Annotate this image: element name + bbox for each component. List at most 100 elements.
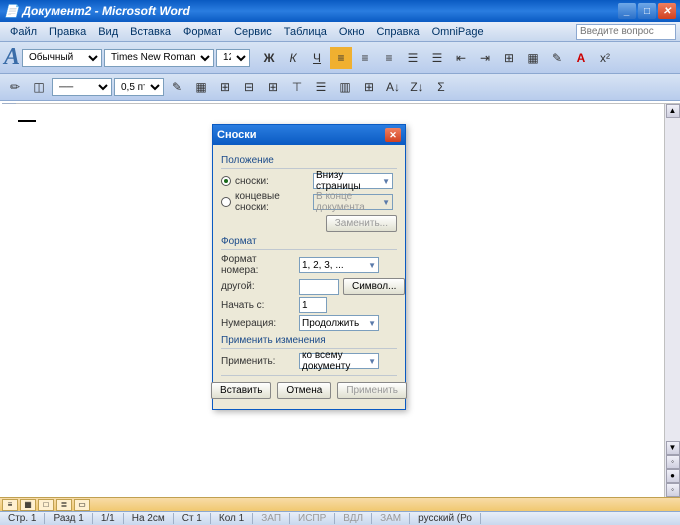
insert-button[interactable]: Вставить <box>211 382 271 399</box>
increase-indent-button[interactable]: ⇥ <box>474 47 496 69</box>
numbering-combo[interactable]: Продолжить▼ <box>299 315 379 331</box>
number-format-label: Формат номера: <box>221 254 295 276</box>
chevron-down-icon: ▼ <box>382 198 390 207</box>
menu-view[interactable]: Вид <box>92 24 124 40</box>
cancel-button[interactable]: Отмена <box>277 382 331 399</box>
print-view-button[interactable]: □ <box>38 499 54 511</box>
maximize-button[interactable]: □ <box>638 3 656 19</box>
underline-button[interactable]: Ч <box>306 47 328 69</box>
superscript-button[interactable]: x² <box>594 47 616 69</box>
bulleted-list-button[interactable]: ☰ <box>426 47 448 69</box>
numbered-list-button[interactable]: ☰ <box>402 47 424 69</box>
font-color-button[interactable]: A <box>570 47 592 69</box>
footnotes-radio-label[interactable]: сноски: <box>235 176 309 187</box>
endnotes-radio-label[interactable]: концевые сноски: <box>235 191 309 213</box>
menu-edit[interactable]: Правка <box>43 24 92 40</box>
font-select[interactable]: Times New Roman <box>104 49 214 67</box>
endnotes-radio[interactable] <box>221 197 231 207</box>
browse-object-button[interactable]: ● <box>666 469 680 483</box>
prev-page-button[interactable]: ◦ <box>666 455 680 469</box>
outline-view-button[interactable]: ≣ <box>56 499 72 511</box>
align-right-button[interactable]: ≡ <box>378 47 400 69</box>
menu-file[interactable]: Файл <box>4 24 43 40</box>
distribute-cols-button[interactable]: ▥ <box>334 76 356 98</box>
status-trk[interactable]: ИСПР <box>290 513 335 524</box>
tables-toolbar: ✏ ◫ ── 0,5 пт ✎ ▦ ⊞ ⊟ ⊞ ⊤ ☰ ▥ ⊞ A↓ Z↓ Σ <box>0 74 680 101</box>
endnotes-location-combo: В конце документа▼ <box>313 194 393 210</box>
borders-button[interactable]: ▦ <box>522 47 544 69</box>
line-style-select[interactable]: ── <box>52 78 112 96</box>
merge-cells-button[interactable]: ⊟ <box>238 76 260 98</box>
border-color-button[interactable]: ✎ <box>166 76 188 98</box>
chevron-down-icon: ▼ <box>382 177 390 186</box>
menu-help[interactable]: Справка <box>370 24 425 40</box>
decrease-indent-button[interactable]: ⇤ <box>450 47 472 69</box>
draw-table-button[interactable]: ✏ <box>4 76 26 98</box>
dialog-close-button[interactable]: ✕ <box>385 128 401 142</box>
status-ovr[interactable]: ЗАМ <box>372 513 410 524</box>
menu-table[interactable]: Таблица <box>278 24 333 40</box>
align-top-button[interactable]: ⊤ <box>286 76 308 98</box>
start-at-label: Начать с: <box>221 300 295 311</box>
status-lang[interactable]: русский (Ро <box>410 513 481 524</box>
footnotes-location-combo[interactable]: Внизу страницы▼ <box>313 173 393 189</box>
vertical-scrollbar[interactable]: ▲ ▼ ◦ ● ◦ <box>664 104 680 497</box>
menu-tools[interactable]: Сервис <box>228 24 278 40</box>
minimize-button[interactable]: _ <box>618 3 636 19</box>
align-left-button[interactable]: ≡ <box>330 47 352 69</box>
custom-mark-input[interactable] <box>299 279 339 295</box>
group-position-label: Положение <box>221 155 397 166</box>
custom-mark-label: другой: <box>221 281 295 292</box>
autosum-button[interactable]: Σ <box>430 76 452 98</box>
footnotes-dialog: Сноски ✕ Положение сноски: Внизу страниц… <box>212 124 406 410</box>
menu-format[interactable]: Формат <box>177 24 228 40</box>
size-select[interactable]: 12 <box>216 49 250 67</box>
menubar: Файл Правка Вид Вставка Формат Сервис Та… <box>0 22 680 42</box>
highlight-button[interactable]: ✎ <box>546 47 568 69</box>
footnotes-radio[interactable] <box>221 176 231 186</box>
dialog-titlebar[interactable]: Сноски ✕ <box>213 125 405 145</box>
menu-omnipage[interactable]: OmniPage <box>426 24 490 40</box>
eraser-button[interactable]: ◫ <box>28 76 50 98</box>
style-select[interactable]: Обычный <box>22 49 102 67</box>
menu-window[interactable]: Окно <box>333 24 371 40</box>
status-rec[interactable]: ЗАП <box>253 513 290 524</box>
group-format-label: Формат <box>221 236 397 247</box>
distribute-rows-button[interactable]: ☰ <box>310 76 332 98</box>
cursor-mark <box>18 120 36 122</box>
web-view-button[interactable]: ▦ <box>20 499 36 511</box>
symbol-button[interactable]: Символ... <box>343 278 405 295</box>
scroll-down-button[interactable]: ▼ <box>666 441 680 455</box>
autoformat-button[interactable]: ⊞ <box>358 76 380 98</box>
status-page: Стр. 1 <box>0 513 45 524</box>
table-button[interactable]: ⊞ <box>498 47 520 69</box>
apply-to-combo[interactable]: ко всему документу▼ <box>299 353 379 369</box>
view-bar: ≡ ▦ □ ≣ ▭ <box>0 497 680 511</box>
scroll-up-button[interactable]: ▲ <box>666 104 680 118</box>
italic-button[interactable]: К <box>282 47 304 69</box>
next-page-button[interactable]: ◦ <box>666 483 680 497</box>
numbering-label: Нумерация: <box>221 318 295 329</box>
start-at-spinner[interactable]: 1 <box>299 297 327 313</box>
status-at: На 2см <box>124 513 174 524</box>
split-cells-button[interactable]: ⊞ <box>262 76 284 98</box>
bold-button[interactable]: Ж <box>258 47 280 69</box>
sort-desc-button[interactable]: Z↓ <box>406 76 428 98</box>
normal-view-button[interactable]: ≡ <box>2 499 18 511</box>
shading-button[interactable]: ▦ <box>190 76 212 98</box>
insert-table-button[interactable]: ⊞ <box>214 76 236 98</box>
close-button[interactable]: ✕ <box>658 3 676 19</box>
align-center-button[interactable]: ≡ <box>354 47 376 69</box>
number-format-combo[interactable]: 1, 2, 3, ...▼ <box>299 257 379 273</box>
window-titlebar: 📄 Документ2 - Microsoft Word _ □ ✕ <box>0 0 680 22</box>
status-bar: Стр. 1 Разд 1 1/1 На 2см Ст 1 Кол 1 ЗАП … <box>0 511 680 525</box>
reading-view-button[interactable]: ▭ <box>74 499 90 511</box>
sort-asc-button[interactable]: A↓ <box>382 76 404 98</box>
apply-to-label: Применить: <box>221 356 295 367</box>
help-search-input[interactable] <box>576 24 676 40</box>
line-weight-select[interactable]: 0,5 пт <box>114 78 164 96</box>
status-ext[interactable]: ВДЛ <box>335 513 372 524</box>
chevron-down-icon: ▼ <box>368 319 376 328</box>
style-pane-icon[interactable]: A <box>4 44 20 71</box>
menu-insert[interactable]: Вставка <box>124 24 177 40</box>
